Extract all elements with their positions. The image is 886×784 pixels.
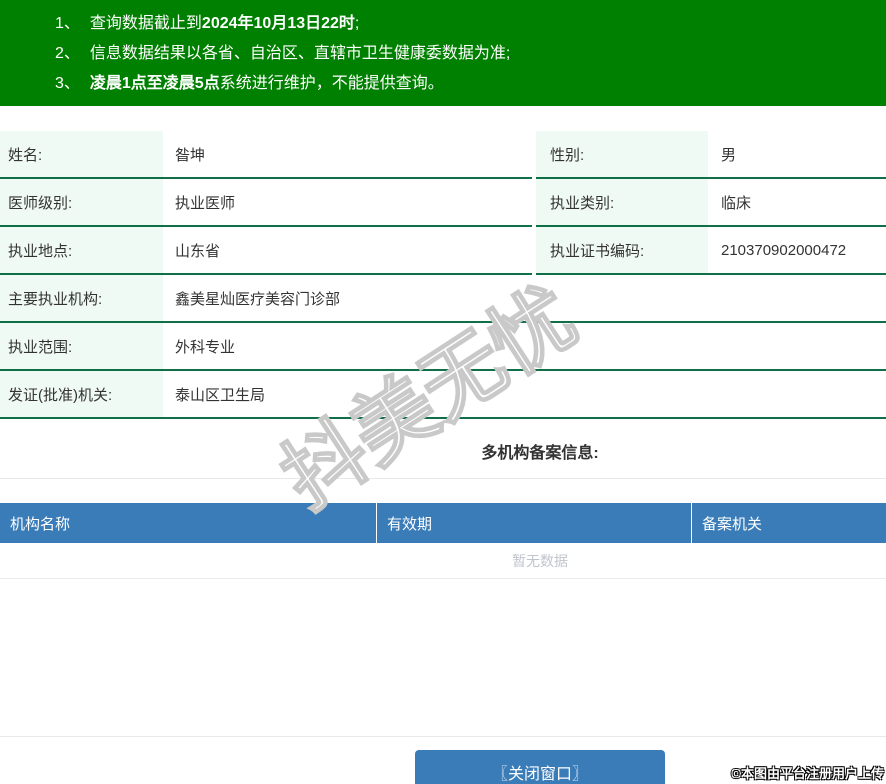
field-label-practice-scope: 执业范围: — [0, 323, 163, 371]
field-value-certificate-number: 210370902000472 — [708, 227, 886, 275]
notice-line-2: 2、 信息数据结果以各省、自治区、直辖市卫生健康委数据为准; — [55, 39, 886, 69]
field-value-doctor-level: 执业医师 — [163, 179, 532, 227]
whitespace-spacer — [0, 579, 886, 736]
column-header-filing-authority: 备案机关 — [702, 515, 763, 533]
table-row: 姓名: 昝坤 性别: 男 — [0, 131, 886, 179]
notice-banner: 1、 查询数据截止到2024年10月13日22时; 2、 信息数据结果以各省、自治区… — [0, 0, 886, 106]
field-value-practice-category: 临床 — [708, 179, 886, 227]
field-value-practice-scope: 外科专业 — [163, 323, 886, 371]
table-row: 执业范围: 外科专业 — [0, 323, 886, 371]
field-label-issuing-authority: 发证(批准)机关: — [0, 371, 163, 419]
notice-text: 信息数据结果以各省、自治区、直辖市卫生健康委数据为准; — [89, 45, 511, 62]
table-row: 主要执业机构: 鑫美星灿医疗美容门诊部 — [0, 275, 886, 323]
field-label-practice-location: 执业地点: — [0, 227, 163, 275]
filing-table: 机构名称 有效期 备案机关 暂无数据 — [0, 503, 886, 579]
table-row: 发证(批准)机关: 泰山区卫生局 — [0, 371, 886, 419]
field-label-practice-category: 执业类别: — [536, 179, 708, 227]
field-label-name: 姓名: — [0, 131, 163, 179]
filing-section-header: 多机构备案信息: — [0, 419, 886, 479]
field-label-gender: 性别: — [536, 131, 708, 179]
field-value-issuing-authority: 泰山区卫生局 — [163, 371, 886, 419]
field-label-main-institution: 主要执业机构: — [0, 275, 163, 323]
field-value-practice-location: 山东省 — [163, 227, 532, 275]
field-label-doctor-level: 医师级别: — [0, 179, 163, 227]
query-result-page: 1、 查询数据截止到2024年10月13日22时; 2、 信息数据结果以各省、自治区… — [0, 0, 886, 784]
table-row: 执业地点: 山东省 执业证书编码: 210370902000472 — [0, 227, 886, 275]
doctor-info-table: 姓名: 昝坤 性别: 男 医师级别: 执业医师 执业类别: 临床 执业地点: 山… — [0, 131, 886, 419]
notice-text: 查询数据截止到 — [89, 15, 202, 32]
notice-text: 系统进行维护，不能提供查询。 — [219, 75, 444, 92]
notice-text-bold: 2024年10月13日22时 — [201, 15, 355, 32]
filing-table-header: 机构名称 有效期 备案机关 — [0, 503, 886, 543]
notice-number: 2、 — [55, 45, 80, 62]
column-header-validity-period: 有效期 — [377, 503, 692, 543]
notice-text: ; — [354, 15, 360, 32]
field-label-certificate-number: 执业证书编码: — [536, 227, 708, 275]
field-value-gender: 男 — [708, 131, 886, 179]
notice-line-3: 3、 凌晨1点至凌晨5点系统进行维护，不能提供查询。 — [55, 69, 886, 99]
field-value-main-institution: 鑫美星灿医疗美容门诊部 — [163, 275, 886, 323]
notice-number: 1、 — [55, 15, 80, 32]
column-header-institution-name: 机构名称 — [0, 503, 377, 543]
filing-section-title: 多机构备案信息: — [481, 445, 599, 462]
notice-line-1: 1、 查询数据截止到2024年10月13日22时; — [55, 9, 886, 39]
close-window-button[interactable]: 〖关闭窗口〗 — [415, 750, 665, 784]
field-value-name: 昝坤 — [163, 131, 532, 179]
empty-data-placeholder: 暂无数据 — [0, 543, 886, 579]
photo-credit-watermark: ©本图由平台注册用户上传 — [731, 766, 884, 781]
notice-number: 3、 — [55, 75, 80, 92]
notice-text-bold: 凌晨1点至凌晨5点 — [89, 75, 220, 92]
table-row: 医师级别: 执业医师 执业类别: 临床 — [0, 179, 886, 227]
